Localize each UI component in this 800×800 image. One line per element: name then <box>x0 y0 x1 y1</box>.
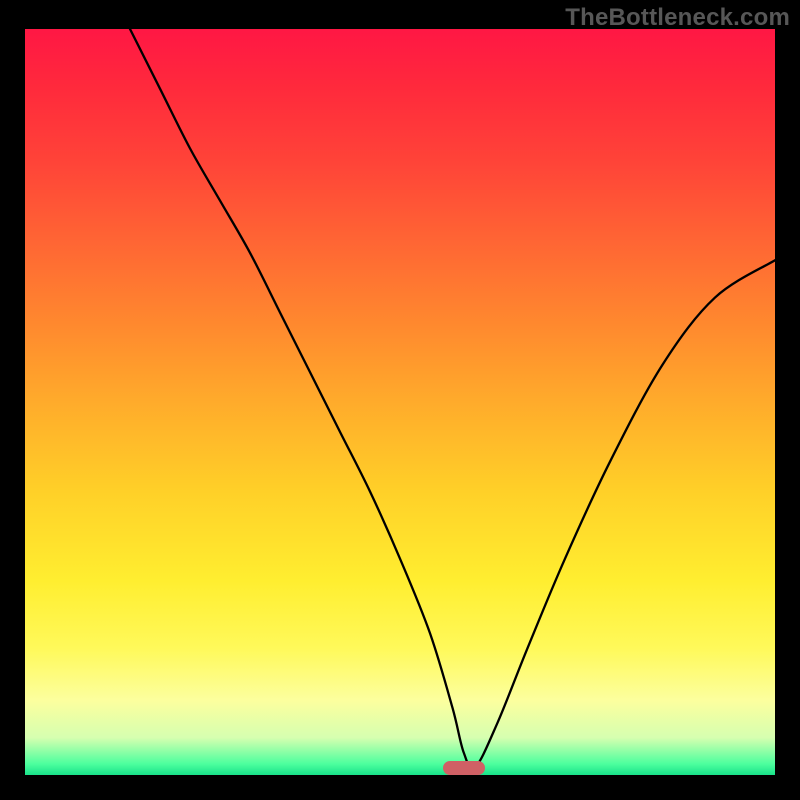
chart-frame: TheBottleneck.com <box>0 0 800 800</box>
watermark-text: TheBottleneck.com <box>565 4 790 32</box>
bottleneck-curve <box>25 29 775 775</box>
plot-area <box>25 29 775 775</box>
optimal-marker <box>443 761 485 775</box>
